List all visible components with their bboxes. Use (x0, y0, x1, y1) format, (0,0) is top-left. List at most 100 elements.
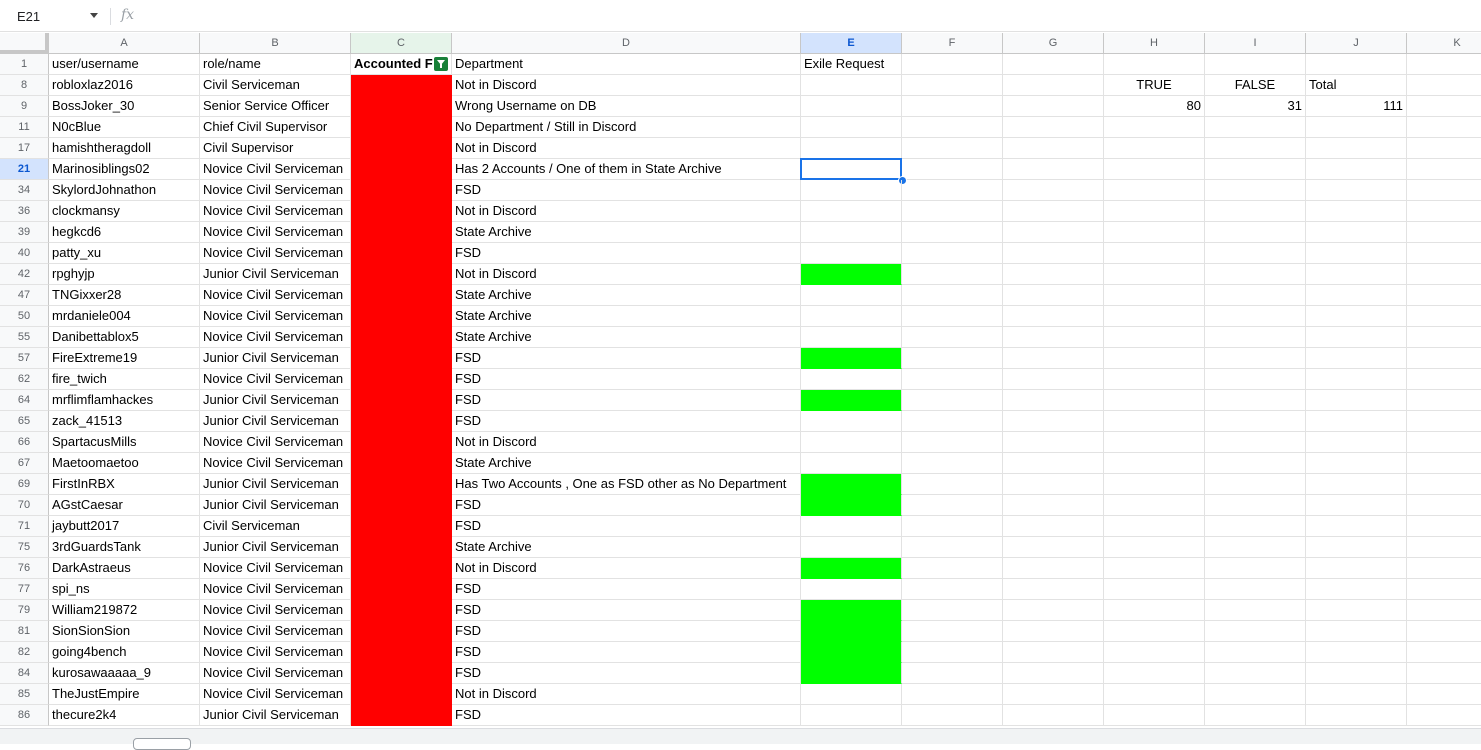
cell-e[interactable] (801, 684, 902, 705)
column-header-k[interactable]: K (1407, 33, 1481, 54)
cell-a[interactable]: patty_xu (49, 243, 200, 264)
cell-e[interactable] (801, 327, 902, 348)
cell-b[interactable]: Novice Civil Serviceman (200, 327, 351, 348)
accounted-false-cell[interactable] (351, 411, 452, 432)
row-header[interactable]: 8 (0, 75, 49, 96)
cell-j[interactable] (1306, 663, 1407, 684)
cell-k[interactable] (1407, 600, 1481, 621)
cell-h[interactable] (1104, 159, 1205, 180)
cell-j[interactable] (1306, 537, 1407, 558)
column-header-h[interactable]: H (1104, 33, 1205, 54)
cell-a[interactable]: going4bench (49, 642, 200, 663)
cell-j[interactable] (1306, 516, 1407, 537)
cell-f[interactable] (902, 600, 1003, 621)
cell-d[interactable]: Not in Discord (452, 558, 801, 579)
cell-k[interactable] (1407, 474, 1481, 495)
cell-b[interactable]: Junior Civil Serviceman (200, 537, 351, 558)
cell-g[interactable] (1003, 96, 1104, 117)
cell-b[interactable]: Senior Service Officer (200, 96, 351, 117)
cell-j[interactable] (1306, 579, 1407, 600)
header-cell-h[interactable] (1104, 54, 1205, 75)
cell-j[interactable] (1306, 159, 1407, 180)
cell-d[interactable]: No Department / Still in Discord (452, 117, 801, 138)
cell-f[interactable] (902, 390, 1003, 411)
cell-d[interactable]: FSD (452, 600, 801, 621)
cell-f[interactable] (902, 222, 1003, 243)
column-header-j[interactable]: J (1306, 33, 1407, 54)
cell-f[interactable] (902, 495, 1003, 516)
cell-a[interactable]: jaybutt2017 (49, 516, 200, 537)
cell-j[interactable] (1306, 474, 1407, 495)
cell-k[interactable] (1407, 537, 1481, 558)
cell-g[interactable] (1003, 474, 1104, 495)
cell-i[interactable]: FALSE (1205, 75, 1306, 96)
accounted-false-cell[interactable] (351, 369, 452, 390)
cell-b[interactable]: Junior Civil Serviceman (200, 495, 351, 516)
cell-d[interactable]: FSD (452, 705, 801, 726)
row-header[interactable]: 62 (0, 369, 49, 390)
cell-i[interactable] (1205, 684, 1306, 705)
cell-d[interactable]: Not in Discord (452, 138, 801, 159)
cell-g[interactable] (1003, 579, 1104, 600)
cell-i[interactable] (1205, 705, 1306, 726)
cell-e[interactable] (801, 411, 902, 432)
cell-h[interactable] (1104, 705, 1205, 726)
row-header[interactable]: 1 (0, 54, 49, 75)
sheet-tab[interactable] (133, 738, 191, 750)
cell-a[interactable]: TNGixxer28 (49, 285, 200, 306)
cell-i[interactable] (1205, 642, 1306, 663)
cell-a[interactable]: SionSionSion (49, 621, 200, 642)
cell-a[interactable]: AGstCaesar (49, 495, 200, 516)
cell-g[interactable] (1003, 642, 1104, 663)
cell-a[interactable]: spi_ns (49, 579, 200, 600)
cell-b[interactable]: Novice Civil Serviceman (200, 222, 351, 243)
cell-i[interactable] (1205, 222, 1306, 243)
filter-icon[interactable] (434, 57, 448, 71)
cell-k[interactable] (1407, 369, 1481, 390)
row-header[interactable]: 40 (0, 243, 49, 264)
cell-k[interactable] (1407, 285, 1481, 306)
cell-j[interactable] (1306, 411, 1407, 432)
cell-d[interactable]: State Archive (452, 222, 801, 243)
cell-b[interactable]: Novice Civil Serviceman (200, 285, 351, 306)
row-header[interactable]: 11 (0, 117, 49, 138)
cell-d[interactable]: FSD (452, 411, 801, 432)
cell-d[interactable]: FSD (452, 621, 801, 642)
cell-i[interactable] (1205, 537, 1306, 558)
accounted-false-cell[interactable] (351, 390, 452, 411)
cell-j[interactable] (1306, 138, 1407, 159)
cell-j[interactable] (1306, 642, 1407, 663)
cell-a[interactable]: FireExtreme19 (49, 348, 200, 369)
cell-j[interactable] (1306, 180, 1407, 201)
cell-d[interactable]: Has 2 Accounts / One of them in State Ar… (452, 159, 801, 180)
cell-g[interactable] (1003, 537, 1104, 558)
cell-k[interactable] (1407, 642, 1481, 663)
cell-j[interactable] (1306, 369, 1407, 390)
cell-f[interactable] (902, 264, 1003, 285)
row-header[interactable]: 50 (0, 306, 49, 327)
cell-h[interactable] (1104, 453, 1205, 474)
cell-a[interactable]: zack_41513 (49, 411, 200, 432)
cell-a[interactable]: Danibettablox5 (49, 327, 200, 348)
header-cell-k[interactable] (1407, 54, 1481, 75)
cell-b[interactable]: Junior Civil Serviceman (200, 348, 351, 369)
cell-k[interactable] (1407, 453, 1481, 474)
cell-i[interactable] (1205, 138, 1306, 159)
cell-f[interactable] (902, 621, 1003, 642)
cell-d[interactable]: State Archive (452, 285, 801, 306)
cell-a[interactable]: robloxlaz2016 (49, 75, 200, 96)
cell-f[interactable] (902, 663, 1003, 684)
cell-j[interactable] (1306, 495, 1407, 516)
cell-h[interactable]: TRUE (1104, 75, 1205, 96)
cell-g[interactable] (1003, 705, 1104, 726)
cell-h[interactable] (1104, 369, 1205, 390)
cell-h[interactable] (1104, 243, 1205, 264)
cell-b[interactable]: Novice Civil Serviceman (200, 642, 351, 663)
cell-g[interactable] (1003, 516, 1104, 537)
header-cell-c[interactable]: Accounted F (351, 54, 452, 75)
row-header[interactable]: 82 (0, 642, 49, 663)
accounted-false-cell[interactable] (351, 474, 452, 495)
cell-g[interactable] (1003, 453, 1104, 474)
cell-i[interactable] (1205, 495, 1306, 516)
cell-h[interactable] (1104, 180, 1205, 201)
